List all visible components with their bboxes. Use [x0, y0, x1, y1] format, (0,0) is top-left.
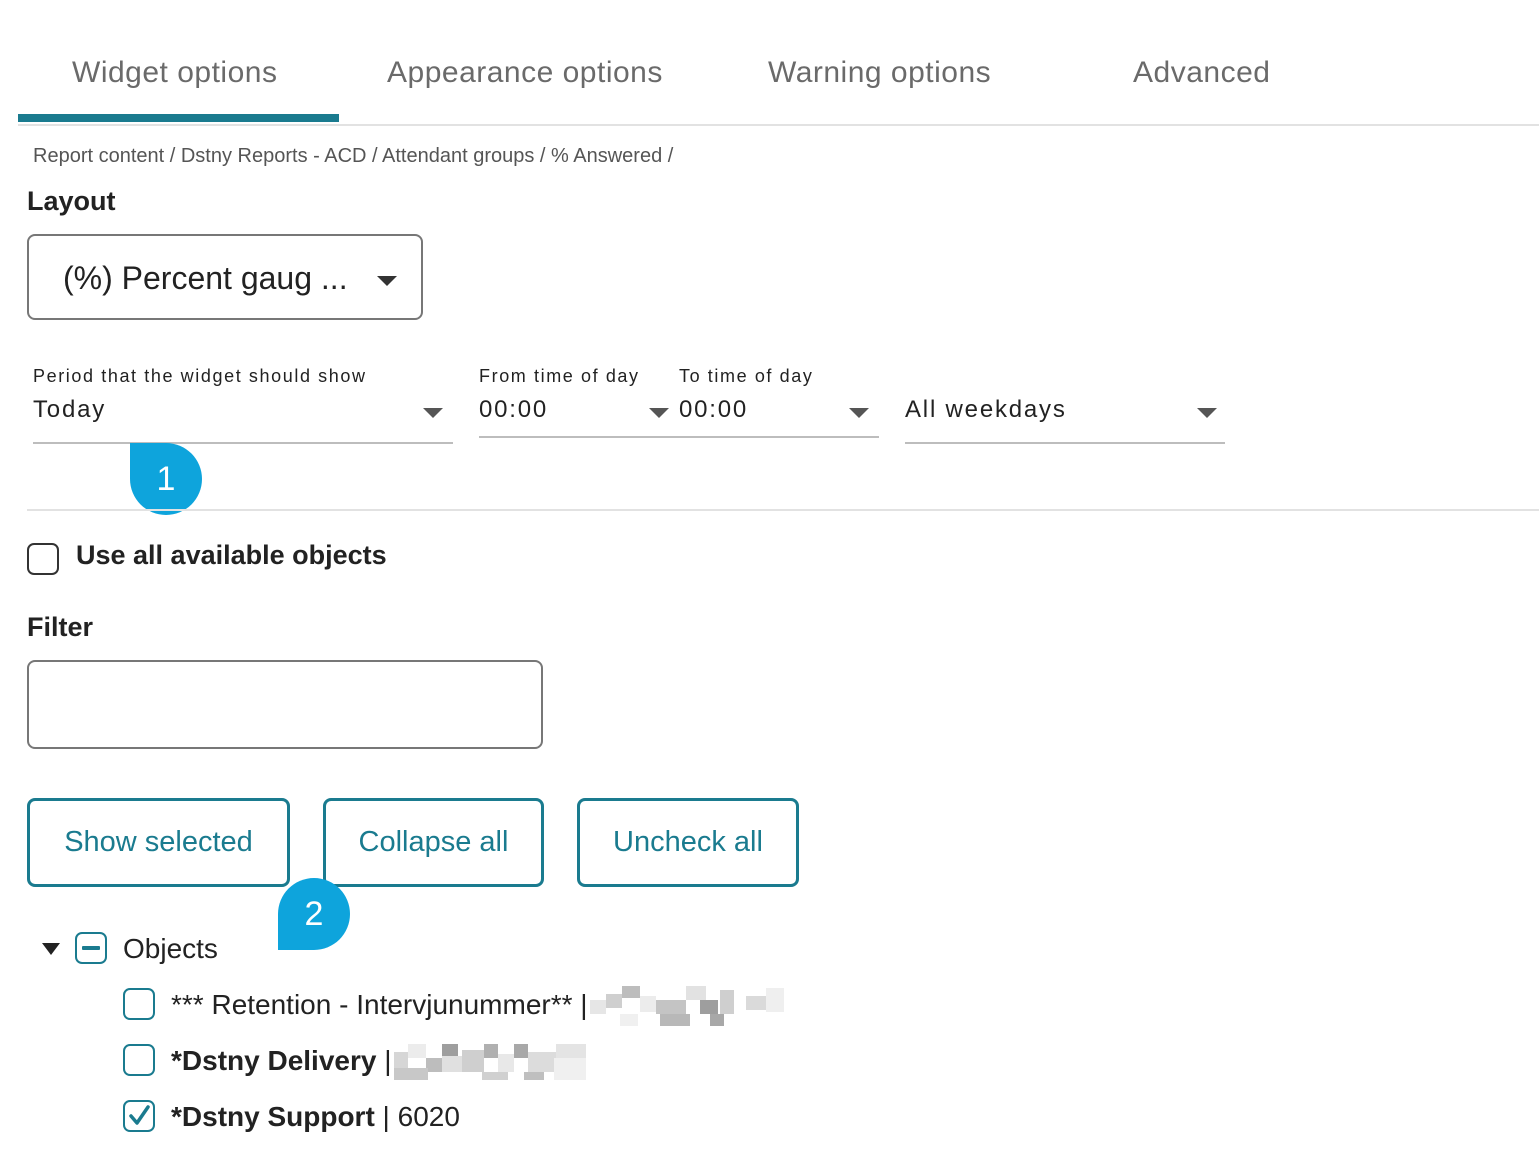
- layout-select-value: (%) Percent gaug ...: [63, 260, 348, 296]
- from-time-select[interactable]: From time of day 00:00: [479, 366, 679, 444]
- tree-item-label: *Dstny Support | 6020: [171, 1101, 460, 1133]
- tree-toggle-caret-down-icon[interactable]: [42, 943, 60, 955]
- objects-root-label: Objects: [123, 933, 218, 964]
- redacted-pixel-blocks: [394, 1044, 586, 1080]
- collapse-all-button[interactable]: Collapse all: [323, 798, 544, 887]
- active-tab-indicator: [18, 114, 339, 122]
- section-divider: [27, 509, 1539, 511]
- period-select[interactable]: Period that the widget should show Today: [33, 366, 453, 444]
- filter-label: Filter: [27, 612, 94, 642]
- caret-down-icon: [649, 408, 669, 418]
- weekdays-value: All weekdays: [905, 396, 1067, 423]
- tab-advanced[interactable]: Advanced: [1133, 56, 1270, 90]
- minus-icon: [82, 946, 100, 950]
- redacted-pixel-blocks: [590, 986, 784, 1026]
- callout-badge-2: 2: [278, 878, 350, 950]
- layout-select[interactable]: (%) Percent gaug ...: [27, 234, 423, 320]
- caret-down-icon: [377, 276, 397, 286]
- tree-item-separator: |: [376, 1045, 392, 1076]
- tree-item-separator: |: [374, 1101, 398, 1132]
- tab-appearance-options[interactable]: Appearance options: [387, 56, 663, 90]
- tree-item-separator: |: [572, 989, 588, 1020]
- to-time-select[interactable]: To time of day 00:00: [679, 366, 879, 444]
- callout-badge-1: 1: [130, 443, 202, 515]
- from-time-label: From time of day: [479, 366, 640, 386]
- tree-item-name: *** Retention - Intervjunummer**: [171, 989, 573, 1020]
- tree-item-number: 6020: [397, 1101, 460, 1132]
- tab-bar: Widget options Appearance options Warnin…: [18, 0, 1539, 126]
- use-all-objects-checkbox[interactable]: [27, 543, 59, 575]
- objects-root-checkbox[interactable]: [75, 932, 107, 964]
- uncheck-all-button[interactable]: Uncheck all: [577, 798, 799, 887]
- tree-item-checkbox-dstny-delivery[interactable]: [123, 1044, 155, 1076]
- tab-warning-options[interactable]: Warning options: [768, 56, 991, 90]
- use-all-objects-label: Use all available objects: [76, 540, 387, 570]
- redacted-number: [590, 986, 784, 1026]
- to-time-label: To time of day: [679, 366, 814, 386]
- time-underline: [479, 436, 879, 438]
- to-time-value: 00:00: [679, 396, 749, 423]
- show-selected-button[interactable]: Show selected: [27, 798, 290, 887]
- redacted-number: [394, 1044, 586, 1080]
- from-time-value: 00:00: [479, 396, 549, 423]
- tree-item-name: *Dstny Support: [171, 1101, 375, 1132]
- caret-down-icon: [849, 408, 869, 418]
- period-value: Today: [33, 396, 107, 423]
- period-label: Period that the widget should show: [33, 366, 367, 386]
- tree-item-label: *Dstny Delivery |: [171, 1045, 392, 1077]
- tab-widget-options[interactable]: Widget options: [72, 56, 277, 90]
- layout-label: Layout: [27, 186, 116, 216]
- tree-item-name: *Dstny Delivery: [171, 1045, 377, 1076]
- tree-item-checkbox-dstny-support[interactable]: [123, 1100, 155, 1132]
- caret-down-icon: [1197, 408, 1217, 418]
- filter-input[interactable]: [27, 660, 543, 749]
- caret-down-icon: [423, 408, 443, 418]
- checkmark-icon: [129, 1105, 150, 1125]
- tree-item-label: *** Retention - Intervjunummer** |: [171, 989, 588, 1021]
- tree-item-checkbox-retention[interactable]: [123, 988, 155, 1020]
- breadcrumb: Report content / Dstny Reports - ACD / A…: [33, 145, 674, 167]
- weekdays-select[interactable]: All weekdays: [905, 366, 1225, 444]
